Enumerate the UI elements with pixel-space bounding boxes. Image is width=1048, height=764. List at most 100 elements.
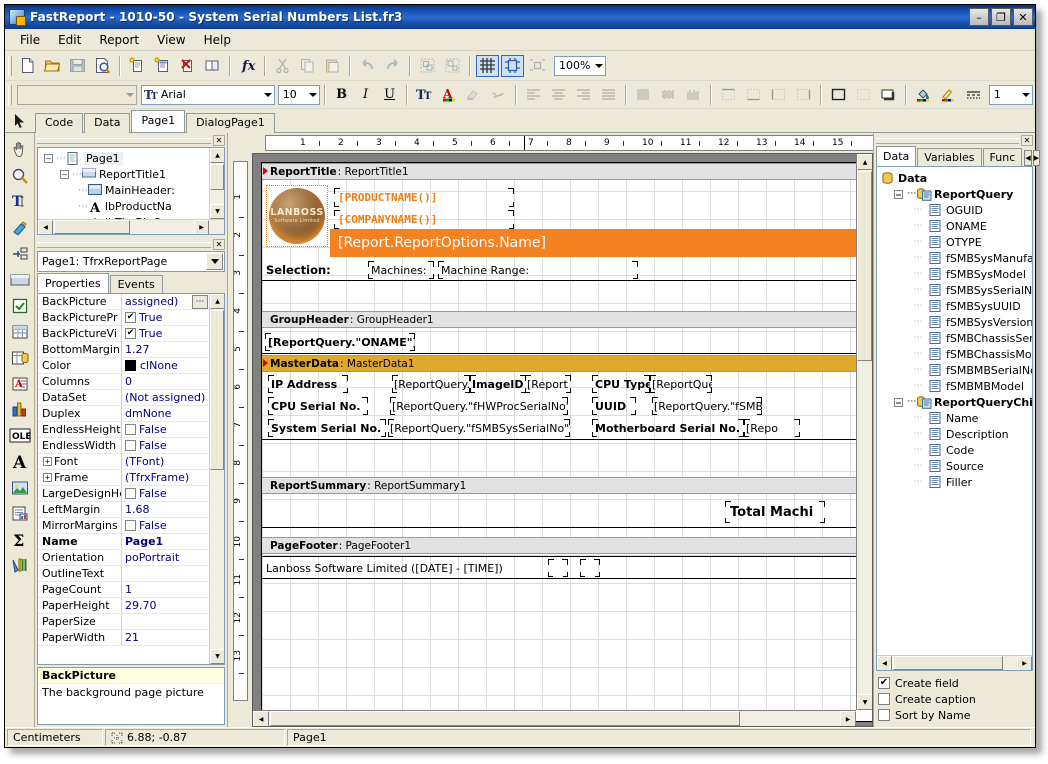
text-object-icon[interactable]: A xyxy=(7,449,33,474)
text-edit-icon[interactable]: T xyxy=(7,189,33,214)
ip-address-label-object[interactable]: IP Address xyxy=(268,375,348,393)
property-value[interactable]: 1.27 xyxy=(122,342,209,357)
checkbox-checked-icon[interactable]: ✔ xyxy=(125,312,136,323)
canvas-scroll-thumb-h[interactable] xyxy=(270,711,740,726)
property-value[interactable]: 29.70 xyxy=(122,598,209,613)
data-tree-node[interactable]: ⋯fSMBChassisSerialNo xyxy=(881,330,1032,346)
uuid-expr-object[interactable]: [ReportQuery."fSMBS xyxy=(652,397,762,415)
data-tree[interactable]: Data–⋯ReportQuery⋯OGUID⋯ONAME⋯OTYPE⋯fSMB… xyxy=(876,166,1033,671)
property-row[interactable]: BackPicturePr✔True xyxy=(38,310,209,326)
preview-icon[interactable] xyxy=(91,55,114,77)
data-tree-node[interactable]: –⋯ReportQueryChild xyxy=(881,394,1032,410)
cpu-type-label-object[interactable]: CPU Type xyxy=(592,375,650,393)
motherboard-serial-expr-object[interactable]: [Repo xyxy=(744,419,800,437)
motherboard-serial-label-object[interactable]: Motherboard Serial No. xyxy=(592,419,744,437)
band-header-masterdata[interactable]: MasterData: MasterData1 xyxy=(262,355,873,372)
property-row[interactable]: +Frame(TfrxFrame) xyxy=(38,470,209,486)
system-serial-expr-object[interactable]: [ReportQuery."fSMBSysSerialNo"] xyxy=(388,419,570,437)
canvas-scroll-left-icon[interactable]: ◀ xyxy=(253,711,269,727)
property-row[interactable]: BottomMargin1.27 xyxy=(38,342,209,358)
property-row[interactable]: DataSet(Not assigned) xyxy=(38,390,209,406)
paste-icon[interactable] xyxy=(321,55,344,77)
property-row[interactable]: BackPictureVi✔True xyxy=(38,326,209,342)
option-sort-by-name[interactable]: Sort by Name xyxy=(878,707,1033,723)
image-id-expr-object[interactable]: [Report xyxy=(525,375,571,393)
page-settings-icon[interactable] xyxy=(201,55,224,77)
menu-view[interactable]: View xyxy=(148,31,194,49)
italic-button[interactable]: I xyxy=(355,84,377,105)
tab-dialogpage1[interactable]: DialogPage1 xyxy=(186,113,275,133)
band-object-icon[interactable] xyxy=(7,267,33,292)
expander-icon[interactable]: – xyxy=(894,190,903,199)
new-dialog-icon[interactable] xyxy=(151,55,174,77)
property-row[interactable]: NamePage1 xyxy=(38,534,209,550)
total-machines-object[interactable]: Total Machi xyxy=(725,501,825,523)
data-scroll-thumb[interactable] xyxy=(893,656,1003,670)
sum-object-icon[interactable]: Σ xyxy=(7,527,33,552)
tab-code[interactable]: Code xyxy=(35,113,83,133)
data-tree-node[interactable]: ⋯ONAME xyxy=(881,218,1032,234)
cpu-type-expr-object[interactable]: [ReportQuer xyxy=(650,375,712,393)
chart-object-icon[interactable] xyxy=(7,397,33,422)
data-tree-node[interactable]: ⋯fSMBMBModel xyxy=(881,378,1032,394)
align-grid-icon[interactable] xyxy=(526,55,549,77)
property-row[interactable]: LeftMargin1.68 xyxy=(38,502,209,518)
picture-object-icon[interactable] xyxy=(7,475,33,500)
scroll-up-icon[interactable]: ▲ xyxy=(210,148,225,163)
toolbar-grip[interactable] xyxy=(8,56,12,76)
menu-help[interactable]: Help xyxy=(195,31,240,49)
checkbox-unchecked-icon[interactable] xyxy=(125,520,136,531)
product-name-object[interactable]: [PRODUCTNAME()] xyxy=(334,188,514,207)
anchor-icon[interactable] xyxy=(487,84,510,106)
report-title-object[interactable]: [Report.ReportOptions.Name] xyxy=(330,229,873,257)
select-pointer-tool[interactable] xyxy=(9,110,31,131)
data-scroll-left-icon[interactable]: ◀ xyxy=(877,656,892,671)
underline-button[interactable]: U xyxy=(379,84,401,105)
frame-right-icon[interactable] xyxy=(792,84,815,106)
tab-data-tree[interactable]: Data xyxy=(876,146,916,166)
zoom-combo[interactable]: 100% xyxy=(554,56,606,76)
property-value[interactable]: 1.68 xyxy=(122,502,209,517)
menu-report[interactable]: Report xyxy=(90,31,148,49)
new-page-icon[interactable] xyxy=(126,55,149,77)
system-serial-label-object[interactable]: System Serial No. xyxy=(268,419,386,437)
snap-to-grid-icon[interactable] xyxy=(501,55,524,77)
option-create-caption[interactable]: Create caption xyxy=(878,691,1033,707)
font-name-combo[interactable]: TT Arial xyxy=(141,85,275,105)
scroll-left-icon[interactable]: ◀ xyxy=(38,220,53,235)
prop-scroll-thumb[interactable] xyxy=(210,310,224,470)
tree-node-mainheader[interactable]: ⋯ MainHeader: xyxy=(42,182,224,198)
canvas-scroll-up-icon[interactable]: ▲ xyxy=(857,154,873,170)
format-painter-icon[interactable] xyxy=(7,215,33,240)
subreport-object-icon[interactable] xyxy=(7,501,33,526)
prop-scroll-up-icon[interactable]: ▲ xyxy=(210,294,225,309)
data-tree-node[interactable]: ⋯fSMBMBSerialNo xyxy=(881,362,1032,378)
tree-node-reporttitle1[interactable]: – ⋯ ReportTitle1 xyxy=(42,166,224,182)
align-justify-icon[interactable] xyxy=(597,84,620,106)
frame-color-icon[interactable] xyxy=(937,84,960,106)
data-tree-hscrollbar[interactable]: ◀ ▶ xyxy=(877,655,1032,670)
dock-grip[interactable] xyxy=(37,138,211,144)
frame-left-icon[interactable] xyxy=(767,84,790,106)
checkbox-create-caption[interactable] xyxy=(878,693,890,705)
close-icon-report-tree[interactable]: ✕ xyxy=(213,135,225,146)
cpu-serial-label-object[interactable]: CPU Serial No. xyxy=(268,397,368,415)
property-row[interactable]: PageCount1 xyxy=(38,582,209,598)
color-swatch-icon[interactable] xyxy=(125,360,136,371)
checkbox-unchecked-icon[interactable] xyxy=(125,440,136,451)
data-tree-node[interactable]: ⋯Name xyxy=(881,410,1032,426)
selection-label-object[interactable]: Selection: xyxy=(266,261,338,279)
property-value[interactable]: Page1 xyxy=(122,534,209,549)
tree-node-lbproductname[interactable]: ⋯ A lbProductNa xyxy=(42,198,224,214)
property-value[interactable]: assigned)⋯ xyxy=(122,294,209,309)
canvas-scroll-down-icon[interactable]: ▼ xyxy=(857,694,873,710)
open-icon[interactable] xyxy=(41,55,64,77)
group-expression-object[interactable]: [ReportQuery."ONAME"] xyxy=(265,333,415,351)
horizontal-ruler[interactable]: 123456789101112131415 xyxy=(252,133,873,153)
insert-band-icon[interactable] xyxy=(7,241,33,266)
property-value[interactable] xyxy=(122,614,209,629)
checkbox-sort-by-name[interactable] xyxy=(878,709,890,721)
cpu-serial-expr-object[interactable]: [ReportQuery."fHWProcSerialNo"] xyxy=(390,397,568,415)
data-tree-node[interactable]: Data xyxy=(881,170,1032,186)
prop-scroll-down-icon[interactable]: ▼ xyxy=(210,649,225,664)
